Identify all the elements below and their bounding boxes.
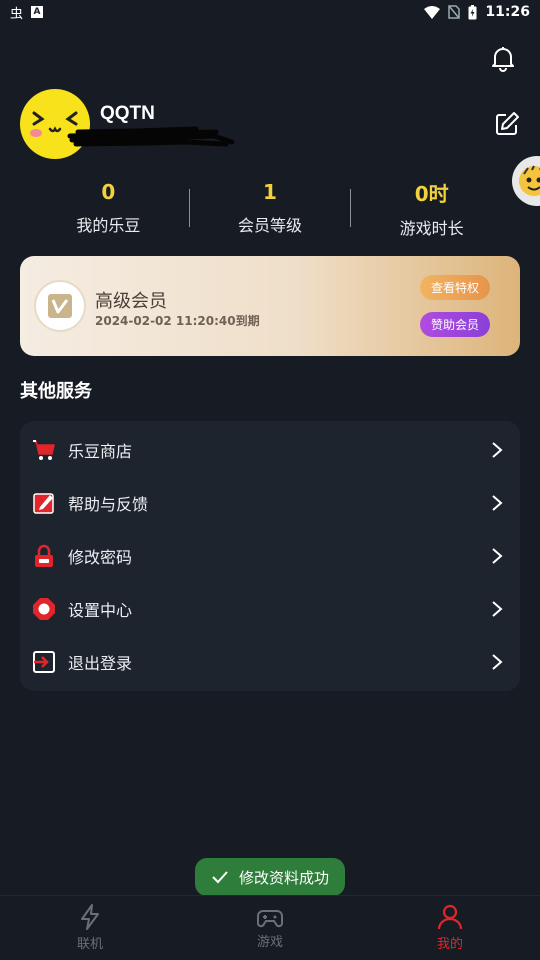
bell-icon[interactable] [489,44,517,72]
feedback-icon [33,493,54,514]
nav-label: 联机 [76,937,103,952]
stat-ledou[interactable]: 0 我的乐豆 [28,178,189,238]
success-toast: 修改资料成功 [195,858,345,896]
services-menu: 乐豆商店 帮助与反馈 修改密码 设置中心 退出登录 [20,421,520,691]
stats-row: 0 我的乐豆 1 会员等级 0时 游戏时长 [28,178,512,238]
redaction-scribble [67,126,235,147]
clock: 11:26 [485,4,530,20]
a-badge-icon: A [31,6,44,18]
nav-label: 我的 [436,937,463,952]
stat-play-time[interactable]: 0时 游戏时长 [351,178,512,238]
vip-title: 高级会员 [95,291,167,312]
toast-message: 修改资料成功 [238,868,329,887]
chevron-right-icon [492,654,503,670]
cart-icon [33,440,55,460]
sponsor-member-button[interactable]: 赞助会员 [420,312,490,337]
chevron-right-icon [492,601,503,617]
chevron-right-icon [492,442,503,458]
vip-expiry: 2024-02-02 11:20:40到期 [95,314,260,328]
vip-badge-icon [36,282,84,330]
vip-card[interactable]: 高级会员 2024-02-02 11:20:40到期 查看特权 赞助会员 [20,256,520,356]
stat-value: 1 [263,180,277,204]
stat-label: 我的乐豆 [76,216,141,235]
tiger-mascot-icon [519,165,540,196]
username: QQTN [100,103,155,124]
battery-icon [468,4,477,19]
menu-label: 修改密码 [68,548,133,567]
menu-label: 帮助与反馈 [68,495,149,514]
menu-item-settings[interactable]: 设置中心 [20,583,520,635]
menu-label: 乐豆商店 [68,442,133,461]
menu-label: 退出登录 [68,654,133,673]
tab-mine[interactable]: 我的 [360,896,540,960]
lock-icon [35,544,53,567]
gamepad-icon [257,910,283,928]
user-icon [437,904,463,930]
wifi-icon [424,5,441,19]
edit-profile-icon[interactable] [494,111,520,137]
lightning-icon [81,904,99,930]
check-icon [212,871,228,884]
chevron-right-icon [492,548,503,564]
stat-label: 游戏时长 [399,218,464,238]
menu-item-help-feedback[interactable]: 帮助与反馈 [20,477,520,529]
menu-item-logout[interactable]: 退出登录 [20,636,520,688]
stat-value: 0 [101,180,116,204]
stat-value: 0时 [414,181,449,206]
view-benefits-button[interactable]: 查看特权 [420,275,490,300]
stat-label: 会员等级 [238,216,303,235]
section-title: 其他服务 [20,381,92,402]
tab-online[interactable]: 联机 [0,896,180,960]
menu-item-ledou-shop[interactable]: 乐豆商店 [20,424,520,476]
floating-mascot-button[interactable] [512,156,540,206]
menu-item-change-password[interactable]: 修改密码 [20,530,520,582]
nav-label: 游戏 [256,935,283,950]
logout-icon [33,651,55,673]
menu-label: 设置中心 [68,601,133,620]
stat-member-level[interactable]: 1 会员等级 [190,178,351,238]
tab-games[interactable]: 游戏 [180,896,360,960]
settings-icon [33,598,55,620]
bottom-nav: 联机 游戏 我的 [0,895,540,960]
no-sim-icon [448,5,461,19]
chevron-right-icon [492,495,503,511]
bug-glyph: 虫 [10,6,24,22]
status-bar: 虫 A 11:26 [0,0,540,24]
